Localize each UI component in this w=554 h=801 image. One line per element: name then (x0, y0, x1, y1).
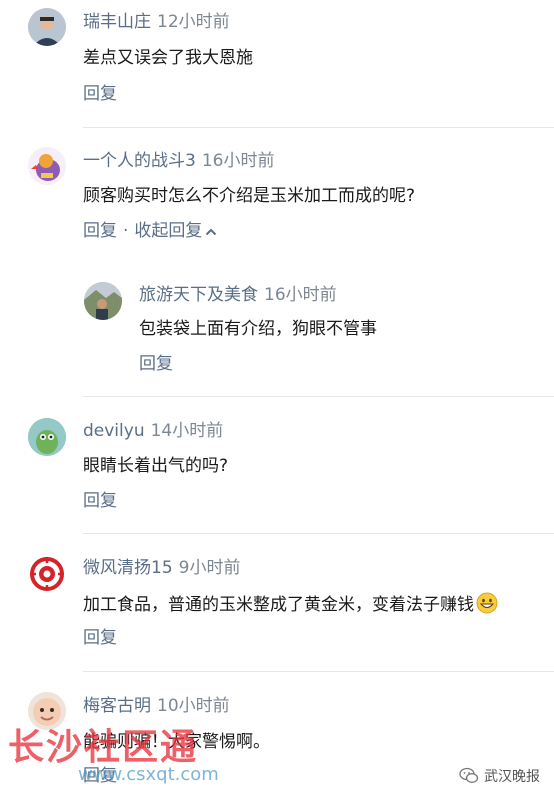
reply-button[interactable]: 回复 (83, 221, 117, 241)
brand-label: 武汉晚报 (484, 769, 540, 785)
watermark-url: www.csxqt.com (78, 764, 219, 785)
comment-time: 14小时前 (150, 421, 224, 441)
comment-time: 16小时前 (264, 285, 337, 305)
divider (83, 127, 554, 128)
comment-time: 16小时前 (201, 151, 275, 171)
comment-time: 12小时前 (157, 12, 230, 32)
divider (83, 396, 554, 397)
separator-dot: · (123, 221, 129, 241)
divider (83, 671, 554, 672)
avatar[interactable] (84, 282, 122, 320)
source-brand: 武汉晚报 (459, 766, 540, 788)
reply-button[interactable]: 回复 (139, 354, 173, 374)
comment-author[interactable]: 瑞丰山庄 (83, 12, 151, 32)
avatar[interactable] (28, 555, 66, 593)
comment-text: 包装袋上面有介绍，狗眼不管事 (139, 319, 377, 339)
reply-button[interactable]: 回复 (83, 491, 117, 511)
avatar[interactable] (28, 147, 66, 185)
comment-author[interactable]: devilyu (83, 421, 145, 441)
collapse-replies-label: 收起回复 (134, 221, 203, 241)
comment-text: 差点又误会了我大恩施 (83, 48, 253, 68)
watermark-text: 长沙社区通 (8, 727, 199, 768)
comment-author[interactable]: 旅游天下及美食 (139, 285, 258, 305)
comment-text: 加工食品，普通的玉米整成了黄金米，变着法子赚钱 (83, 592, 498, 620)
comment-text-body: 加工食品，普通的玉米整成了黄金米，变着法子赚钱 (83, 595, 474, 615)
collapse-replies-button[interactable]: 收起回复 (134, 221, 217, 241)
grinning-face-emoji (476, 592, 498, 620)
comment-author[interactable]: 梅客古明 (83, 696, 151, 716)
watermark-logo: 长沙社区通 (8, 718, 198, 770)
wechat-icon (459, 767, 479, 788)
chevron-up-icon (205, 221, 217, 243)
reply-button[interactable]: 回复 (83, 84, 117, 104)
comment-text: 眼睛长着出气的吗? (83, 456, 229, 476)
avatar[interactable] (28, 418, 66, 456)
comment-text: 顾客购买时怎么不介绍是玉米加工而成的呢? (83, 186, 416, 206)
avatar[interactable] (28, 8, 66, 46)
comment-author[interactable]: 微风清扬15 (83, 558, 173, 578)
divider (83, 533, 554, 534)
comment-time: 10小时前 (157, 696, 230, 716)
comment-author[interactable]: 一个人的战斗3 (83, 151, 196, 171)
reply-button[interactable]: 回复 (83, 628, 117, 648)
comment-time: 9小时前 (178, 558, 241, 578)
